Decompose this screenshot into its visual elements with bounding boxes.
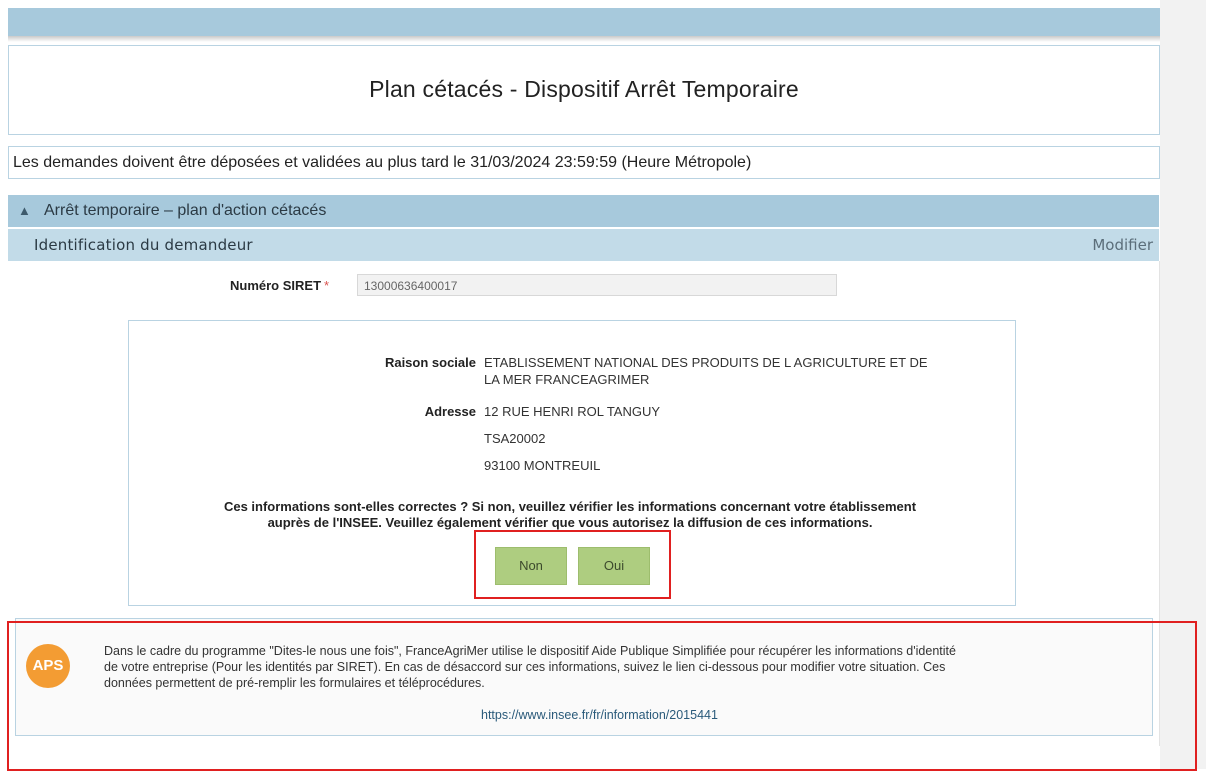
top-banner — [8, 8, 1160, 36]
siret-label: Numéro SIRET * — [230, 278, 329, 293]
highlight-box-aps — [7, 621, 1197, 771]
adresse-line1: 12 RUE HENRI ROL TANGUY — [484, 404, 661, 419]
raison-sociale-line2: LA MER FRANCEAGRIMER — [484, 372, 650, 387]
highlight-box-buttons — [474, 530, 671, 599]
siret-field[interactable]: 13000636400017 — [357, 274, 837, 296]
chevron-up-icon[interactable]: ▲ — [18, 203, 31, 218]
question-line2: auprès de l'INSEE. Veuillez également vé… — [267, 515, 873, 530]
adresse-line3: 93100 MONTREUIL — [484, 458, 601, 473]
identification-header: Identification du demandeur Modifier — [8, 229, 1159, 261]
adresse-line2: TSA20002 — [484, 431, 546, 446]
page-title: Plan cétacés - Dispositif Arrêt Temporai… — [369, 76, 799, 102]
section-title: Arrêt temporaire – plan d'action cétacés — [44, 202, 327, 219]
modify-link[interactable]: Modifier — [1092, 236, 1153, 254]
raison-sociale-line1: ETABLISSEMENT NATIONAL DES PRODUITS DE L… — [484, 355, 928, 370]
siret-label-text: Numéro SIRET — [230, 278, 322, 293]
top-banner-shadow — [8, 36, 1160, 42]
question-line1: Ces informations sont-elles correctes ? … — [223, 499, 917, 514]
deadline-notice: Les demandes doivent être déposées et va… — [8, 146, 1160, 179]
confirmation-question: Ces informations sont-elles correctes ? … — [135, 499, 1005, 531]
deadline-text: Les demandes doivent être déposées et va… — [13, 154, 752, 171]
page-title-box: Plan cétacés - Dispositif Arrêt Temporai… — [8, 45, 1160, 135]
required-mark: * — [324, 278, 330, 293]
identification-title: Identification du demandeur — [34, 236, 253, 254]
raison-sociale-label: Raison sociale — [384, 355, 476, 370]
adresse-label: Adresse — [424, 404, 476, 419]
section-header[interactable]: ▲ Arrêt temporaire – plan d'action cétac… — [8, 195, 1159, 227]
